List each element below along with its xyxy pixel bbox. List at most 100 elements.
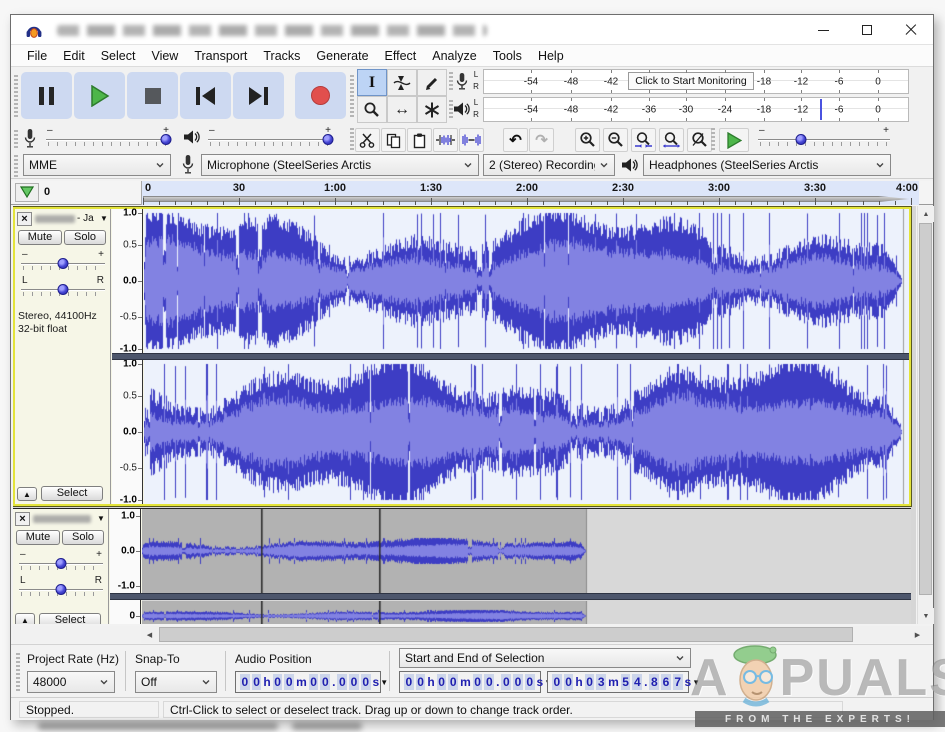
play-button[interactable] bbox=[74, 72, 125, 119]
timeline-ruler[interactable]: 0301:001:302:002:303:003:304:00 bbox=[141, 181, 919, 205]
track-1[interactable]: × - Ja ▼ Mute Solo – + L R bbox=[13, 207, 911, 506]
zoom-in-button[interactable] bbox=[575, 128, 600, 152]
waveform-canvas-track2-right[interactable] bbox=[142, 601, 908, 624]
mute-button[interactable]: Mute bbox=[16, 530, 60, 545]
slider-thumb[interactable] bbox=[56, 584, 67, 595]
timeline-pin-button[interactable] bbox=[15, 183, 39, 202]
toolbar-grip[interactable] bbox=[449, 72, 453, 92]
multi-tool-button[interactable] bbox=[417, 96, 447, 123]
menu-view[interactable]: View bbox=[143, 47, 186, 65]
pause-button[interactable] bbox=[21, 72, 72, 119]
waveform-canvas-track2-left[interactable] bbox=[142, 509, 908, 593]
menu-generate[interactable]: Generate bbox=[308, 47, 376, 65]
track-1-control-panel[interactable]: × - Ja ▼ Mute Solo – + L R bbox=[15, 209, 111, 504]
draw-tool-button[interactable] bbox=[417, 69, 447, 96]
slider-thumb[interactable] bbox=[56, 558, 67, 569]
fit-project-button[interactable] bbox=[659, 128, 684, 152]
solo-button[interactable]: Solo bbox=[62, 530, 104, 545]
mute-button[interactable]: Mute bbox=[18, 230, 62, 245]
solo-button[interactable]: Solo bbox=[64, 230, 106, 245]
scroll-down-button[interactable]: ▼ bbox=[918, 608, 934, 624]
redo-button[interactable]: ↷ bbox=[529, 128, 554, 152]
track-2-wave-area[interactable] bbox=[142, 509, 911, 624]
silence-audio-button[interactable] bbox=[459, 128, 484, 152]
slider-thumb[interactable] bbox=[58, 258, 69, 269]
project-rate-select[interactable]: 48000 bbox=[27, 671, 115, 693]
playback-meter-scale[interactable]: -54-48-42-36-30-24-18-12-60 bbox=[483, 97, 909, 122]
menu-tools[interactable]: Tools bbox=[485, 47, 530, 65]
select-track-button[interactable]: Select bbox=[39, 613, 101, 624]
toolbar-grip[interactable] bbox=[711, 128, 715, 150]
select-track-button[interactable]: Select bbox=[41, 486, 103, 501]
selection-tool-button[interactable]: I bbox=[357, 69, 387, 96]
pan-slider[interactable]: L R bbox=[18, 576, 104, 600]
track-1-name-suffix[interactable]: - Ja bbox=[77, 213, 94, 224]
zoom-tool-button[interactable] bbox=[357, 96, 387, 123]
collapse-track-button[interactable]: ▲ bbox=[15, 613, 35, 624]
channel-divider[interactable] bbox=[110, 593, 911, 600]
playback-meter[interactable]: LR -54-48-42-36-30-24-18-12-60 bbox=[449, 96, 911, 123]
play-speed-slider[interactable]: – + bbox=[757, 126, 891, 150]
slider-thumb[interactable] bbox=[322, 134, 333, 145]
menu-select[interactable]: Select bbox=[93, 47, 144, 65]
snap-to-select[interactable]: Off bbox=[135, 671, 217, 693]
play-at-speed-button[interactable] bbox=[719, 128, 749, 152]
close-track-button[interactable]: × bbox=[17, 212, 32, 226]
menu-tracks[interactable]: Tracks bbox=[255, 47, 308, 65]
menu-file[interactable]: File bbox=[19, 47, 55, 65]
toolbar-grip[interactable] bbox=[350, 128, 354, 150]
recording-meter[interactable]: LR Click to Start Monitoring -54-48-42-1… bbox=[449, 68, 911, 95]
selection-mode-select[interactable]: Start and End of Selection bbox=[399, 648, 691, 668]
cut-button[interactable] bbox=[355, 128, 380, 152]
scroll-right-button[interactable]: ▶ bbox=[909, 626, 926, 643]
gain-slider[interactable]: – + bbox=[20, 250, 106, 274]
slider-thumb[interactable] bbox=[58, 284, 69, 295]
track-2-name-redacted[interactable] bbox=[33, 515, 91, 523]
timefield-dropdown-icon[interactable]: ▼ bbox=[380, 678, 388, 687]
waveform-canvas-track1-right[interactable] bbox=[144, 360, 910, 504]
menu-analyze[interactable]: Analyze bbox=[424, 47, 484, 65]
stop-button[interactable] bbox=[127, 72, 178, 119]
copy-button[interactable] bbox=[381, 128, 406, 152]
pan-slider[interactable]: L R bbox=[20, 276, 106, 300]
track-1-name-redacted[interactable] bbox=[35, 215, 75, 223]
undo-button[interactable]: ↶ bbox=[503, 128, 528, 152]
close-track-button[interactable]: × bbox=[15, 512, 30, 526]
timefield-dropdown-icon[interactable]: ▼ bbox=[692, 678, 700, 687]
playback-volume-slider[interactable]: – + bbox=[207, 126, 333, 150]
toolbar-grip[interactable] bbox=[14, 155, 18, 177]
menu-edit[interactable]: Edit bbox=[55, 47, 93, 65]
zoom-toggle-button[interactable] bbox=[687, 128, 712, 152]
track-2[interactable]: × ▼ Mute Solo – + L R bbox=[13, 508, 911, 624]
track-menu-arrow-icon[interactable]: ▼ bbox=[97, 514, 105, 523]
slider-thumb[interactable] bbox=[796, 134, 807, 145]
menu-effect[interactable]: Effect bbox=[377, 47, 425, 65]
channel-divider[interactable] bbox=[112, 353, 909, 360]
minimize-button[interactable] bbox=[801, 15, 845, 45]
menu-transport[interactable]: Transport bbox=[186, 47, 255, 65]
audio-position-field[interactable]: 00h00m00.000s▼ bbox=[235, 671, 381, 693]
time-shift-tool-button[interactable]: ↔ bbox=[387, 96, 417, 123]
play-region-bar[interactable] bbox=[143, 196, 909, 202]
envelope-tool-button[interactable] bbox=[387, 69, 417, 96]
toolbar-grip[interactable] bbox=[14, 130, 18, 150]
paste-button[interactable] bbox=[407, 128, 432, 152]
close-button[interactable] bbox=[889, 15, 933, 45]
waveform-canvas-track1-left[interactable] bbox=[144, 209, 910, 353]
horizontal-scrollbar[interactable]: ◀ ▶ bbox=[13, 626, 933, 643]
collapse-track-button[interactable]: ▲ bbox=[17, 487, 37, 501]
toolbar-grip[interactable] bbox=[350, 75, 354, 117]
title-bar[interactable] bbox=[11, 15, 933, 45]
playback-device-select[interactable]: Headphones (SteelSeries Arctis bbox=[643, 154, 891, 176]
toolbar-grip[interactable] bbox=[14, 75, 18, 117]
track-menu-arrow-icon[interactable]: ▼ bbox=[100, 214, 108, 223]
selection-start-field[interactable]: 00h00m00.000s▼ bbox=[399, 671, 541, 693]
horizontal-scroll-thumb[interactable] bbox=[159, 627, 853, 642]
skip-to-end-button[interactable] bbox=[233, 72, 284, 119]
recording-volume-slider[interactable]: – + bbox=[45, 126, 171, 150]
slider-thumb[interactable] bbox=[160, 134, 171, 145]
monitoring-prompt[interactable]: Click to Start Monitoring bbox=[628, 72, 754, 90]
vertical-scrollbar[interactable]: ▲ ▼ bbox=[917, 206, 933, 624]
recording-device-select[interactable]: Microphone (SteelSeries Arctis bbox=[201, 154, 479, 176]
trim-audio-button[interactable] bbox=[433, 128, 458, 152]
